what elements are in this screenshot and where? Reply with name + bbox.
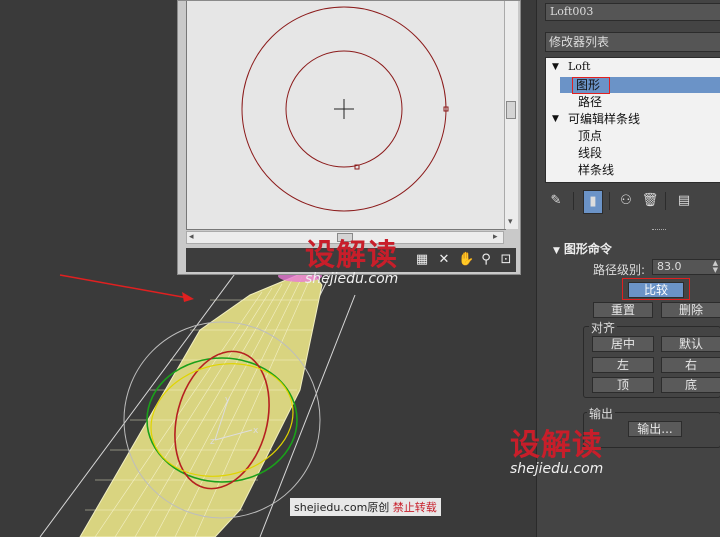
- stack-item-loft[interactable]: Loft: [568, 59, 590, 75]
- output-button[interactable]: 输出...: [628, 421, 682, 437]
- credit-warning: 禁止转载: [392, 501, 437, 514]
- top-button[interactable]: 顶: [592, 377, 654, 393]
- configure-modifier-sets-icon[interactable]: ▤: [675, 190, 693, 212]
- pick-shape-icon[interactable]: ▦: [414, 252, 430, 268]
- reset-icon[interactable]: ✕: [436, 252, 452, 268]
- rollout-divider: [652, 229, 666, 232]
- default-button[interactable]: 默认: [661, 336, 720, 352]
- left-button[interactable]: 左: [592, 357, 654, 373]
- compare-vertical-scrollbar[interactable]: ▾: [504, 1, 518, 229]
- object-name-field[interactable]: Loft003: [545, 3, 720, 21]
- pin-stack-icon[interactable]: ✎: [547, 190, 565, 212]
- make-unique-icon[interactable]: ⚇: [617, 190, 635, 212]
- scroll-right-icon[interactable]: ▸: [493, 232, 498, 242]
- scroll-down-icon[interactable]: ▾: [508, 217, 513, 227]
- expand-triangle-icon[interactable]: ▼: [552, 114, 559, 124]
- stack-toolbar: ✎ ▮ ⚇ 🗑 ▤: [545, 190, 720, 214]
- svg-text:x: x: [253, 426, 259, 436]
- highlight-box: [572, 77, 610, 94]
- center-button[interactable]: 居中: [592, 336, 654, 352]
- svg-text:z: z: [210, 437, 215, 447]
- watermark-url: shejiedu.com: [510, 461, 604, 477]
- pan-icon[interactable]: ✋: [458, 252, 474, 268]
- spinner-arrows-icon[interactable]: ▲ ▼: [713, 260, 718, 274]
- delete-button[interactable]: 删除: [661, 302, 720, 318]
- watermark: 设解读 shejiedu.com: [305, 238, 399, 287]
- stack-item-path[interactable]: 路径: [578, 94, 602, 110]
- perspective-viewport[interactable]: y x z ▾ ◂ ▸ ▦ ✕ ✋ ⚲ ⊡ 设解读 shejiedu.com s…: [0, 0, 536, 537]
- collapse-triangle-icon[interactable]: ▼: [553, 246, 560, 256]
- watermark-logo: 设解读: [510, 428, 603, 463]
- remove-modifier-icon[interactable]: 🗑: [641, 190, 659, 212]
- stack-item-segment[interactable]: 线段: [578, 145, 602, 161]
- right-button[interactable]: 右: [661, 357, 720, 373]
- credit-site: shejiedu.com: [294, 501, 368, 514]
- rollout-shape-commands[interactable]: ▼ 图形命令: [553, 240, 612, 257]
- credit-label: shejiedu.com原创 禁止转载: [290, 498, 441, 516]
- reset-button[interactable]: 重置: [593, 302, 653, 318]
- svg-text:y: y: [225, 395, 231, 405]
- scroll-thumb[interactable]: [506, 101, 516, 119]
- modifier-list-dropdown[interactable]: 修改器列表: [545, 32, 720, 52]
- expand-triangle-icon[interactable]: ▼: [552, 62, 559, 72]
- stack-item-spline[interactable]: 样条线: [578, 162, 614, 178]
- stack-item-vertex[interactable]: 顶点: [578, 128, 602, 144]
- bottom-button[interactable]: 底: [661, 377, 720, 393]
- modifier-stack[interactable]: ▼ Loft 图形 路径 ▼ 可编辑样条线 顶点 线段 样条线: [545, 57, 720, 183]
- toolbar-separator: [609, 192, 610, 210]
- watermark-logo: 设解读: [305, 238, 398, 273]
- toolbar-separator: [665, 192, 666, 210]
- zoom-extents-icon[interactable]: ⊡: [498, 252, 514, 268]
- toolbar-separator: [573, 192, 574, 210]
- compare-shape-preview: [241, 6, 449, 212]
- path-level-label: 路径级别:: [593, 263, 646, 277]
- highlight-box: [622, 278, 690, 300]
- scroll-left-icon[interactable]: ◂: [189, 232, 194, 242]
- show-end-result-icon[interactable]: ▮: [583, 190, 603, 214]
- zoom-icon[interactable]: ⚲: [478, 252, 494, 268]
- rollout-title: 图形命令: [563, 242, 612, 256]
- path-level-value: 83.0: [657, 260, 682, 273]
- annotation-arrowhead: [182, 292, 194, 302]
- stack-item-editable-spline[interactable]: 可编辑样条线: [568, 111, 640, 127]
- output-group-label: 输出: [587, 405, 616, 422]
- annotation-arrow: [59, 274, 189, 299]
- watermark: 设解读 shejiedu.com: [510, 428, 604, 477]
- path-level-spinner[interactable]: 83.0 ▲ ▼: [652, 259, 720, 275]
- watermark-url: shejiedu.com: [305, 271, 399, 287]
- compare-window[interactable]: ▾ ◂ ▸ ▦ ✕ ✋ ⚲ ⊡: [177, 0, 521, 275]
- credit-original: 原创: [367, 501, 390, 514]
- align-group-label: 对齐: [589, 319, 618, 336]
- compare-canvas[interactable]: [186, 1, 506, 230]
